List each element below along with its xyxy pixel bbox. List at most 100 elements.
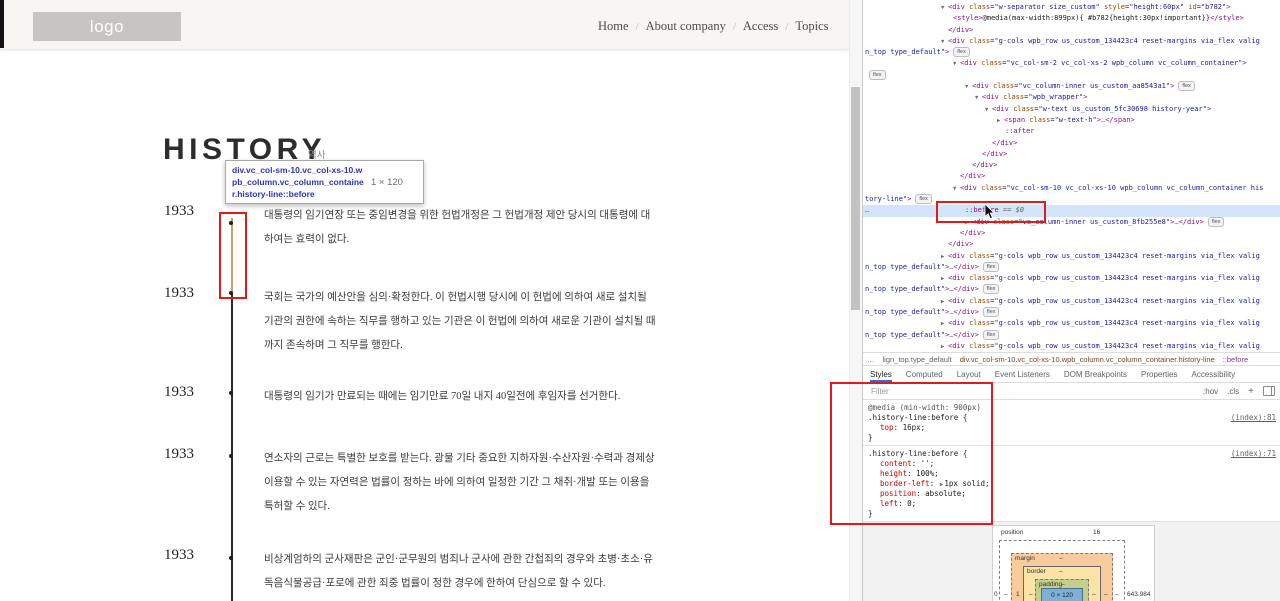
nav-item-access[interactable]: Access — [743, 19, 778, 34]
page-scrollbar-thumb[interactable] — [851, 87, 860, 310]
nav-item-topics[interactable]: Topics — [795, 19, 828, 34]
tree-row[interactable]: n_top type_default">…</div> flex — [863, 284, 1280, 295]
tree-row[interactable]: ▼ <div class="wpb_wrapper"> — [863, 92, 1280, 103]
sidebar-pane-icon[interactable] — [1263, 386, 1275, 396]
tree-row[interactable]: </div> — [863, 25, 1280, 36]
style-rule: @media (min-width: 900px) .history-line:b… — [863, 400, 1280, 446]
expand-arrow-icon[interactable]: ▶ — [941, 342, 948, 352]
tree-row[interactable]: ▶ <div class="g-cols wpb_row us_custom_13… — [863, 273, 1280, 284]
box-model-position-top: 16 — [1093, 529, 1101, 536]
tab-computed[interactable]: Computed — [906, 366, 943, 382]
tab-layout[interactable]: Layout — [957, 366, 981, 382]
flex-badge[interactable]: flex — [915, 194, 932, 205]
timeline-year: 1933 — [164, 285, 194, 301]
site-logo[interactable]: logo — [33, 12, 181, 41]
tree-row[interactable]: </div> — [863, 160, 1280, 171]
rule-selector[interactable]: .history-line:before { — [868, 449, 967, 459]
devtools-panel: ▼ <div class="w-separator size_custom" st… — [862, 0, 1280, 601]
timeline-dot — [229, 391, 233, 395]
box-model-right-padding: – — [1092, 591, 1096, 598]
tree-row[interactable]: </div> — [863, 239, 1280, 250]
tree-row[interactable]: flex — [863, 69, 1280, 81]
tab-styles[interactable]: Styles — [870, 366, 892, 382]
flex-badge[interactable]: flex — [982, 307, 1000, 318]
timeline-text: 국회는 국가의 예산안을 심의·확정한다. 이 헌법시행 당시에 이 헌법에 의… — [264, 292, 656, 351]
rule-property[interactable]: top: 16px; — [868, 423, 1276, 433]
timeline-dot — [229, 556, 233, 560]
nav-item-home[interactable]: Home — [598, 19, 629, 34]
tree-row[interactable]: ▼ <div class="vc_col-sm-2 vc_col-xs-2 wpb… — [863, 58, 1280, 69]
rule-source-link[interactable]: (index):81 — [1231, 413, 1276, 423]
toggle-class-button[interactable]: .cls — [1227, 387, 1239, 396]
tree-row[interactable]: ▼ <div class="g-cols wpb_row us_custom_13… — [863, 36, 1280, 47]
tree-row[interactable]: ▶ <span class="w-text-h">…</span> — [863, 115, 1280, 126]
tree-row[interactable]: </div> — [863, 228, 1280, 239]
annotation-box-page-element — [219, 212, 247, 299]
tree-row-before-selected[interactable]: …::before == $0 — [863, 205, 1280, 217]
new-style-rule-button[interactable]: + — [1248, 386, 1254, 397]
rule-media-query: @media (min-width: 900px) — [868, 403, 981, 412]
inspect-overlay-tooltip: div.vc_col-sm-10.vc_col-xs-10.wpb_column… — [225, 160, 424, 204]
timeline-year: 1933 — [164, 203, 194, 219]
box-model-left-position: 0 — [994, 591, 998, 598]
rule-close-brace: } — [868, 433, 873, 442]
tree-row[interactable]: n_top type_default">…</div> flex — [863, 307, 1280, 318]
tree-row[interactable]: </div> — [863, 138, 1280, 149]
styles-filter-input[interactable] — [869, 385, 1093, 397]
flex-badge[interactable]: flex — [1178, 81, 1195, 92]
rule-property[interactable]: height: 100%; — [868, 469, 1276, 479]
style-rule: .history-line:before { (index):71 content:… — [863, 446, 1280, 521]
tree-row[interactable]: n_top type_default">…</div> flex — [863, 329, 1280, 341]
flex-badge[interactable]: flex — [982, 261, 1000, 272]
breadcrumb-item[interactable]: ::before — [1223, 355, 1248, 364]
flex-badge[interactable]: flex — [1207, 216, 1225, 227]
rule-property[interactable]: border-left: ▶1px solid; — [868, 479, 1276, 489]
tree-row[interactable]: ▶ <div class="g-cols wpb_row us_custom_13… — [863, 318, 1280, 329]
breadcrumb-item[interactable]: … — [867, 355, 875, 364]
nav-separator: / — [635, 20, 639, 33]
toggle-hover-state-button[interactable]: :hov — [1203, 387, 1218, 396]
tree-row[interactable]: ▼ <div class="w-separator size_custom" st… — [863, 2, 1280, 13]
tab-event-listeners[interactable]: Event Listeners — [995, 366, 1050, 382]
flex-badge[interactable]: flex — [869, 69, 886, 80]
tree-row[interactable]: n_top type_default"> flex — [863, 47, 1280, 58]
tree-row[interactable]: ▶ <div class="g-cols wpb_row us_custom_13… — [863, 296, 1280, 307]
tab-accessibility[interactable]: Accessibility — [1192, 366, 1236, 382]
tree-row[interactable]: </div> — [863, 171, 1280, 182]
rule-close-brace: } — [868, 509, 873, 518]
tree-row[interactable]: </div> — [863, 149, 1280, 160]
tab-dom-breakpoints[interactable]: DOM Breakpoints — [1064, 366, 1127, 382]
rule-selector[interactable]: .history-line:before { — [868, 413, 967, 423]
timeline-dot — [229, 221, 233, 225]
breadcrumb-item[interactable]: div.vc_col-sm-10.vc_col-xs-10.wpb_column… — [960, 355, 1215, 364]
tab-properties[interactable]: Properties — [1141, 366, 1177, 382]
rule-property[interactable]: content: ''; — [868, 459, 1276, 469]
tree-row[interactable]: <style>@media(max-width:899px){ #b782{he… — [863, 13, 1280, 24]
tree-row[interactable]: tory-line"> flex — [863, 194, 1280, 205]
tree-row[interactable]: ▶ <div class="g-cols wpb_row us_custom_13… — [863, 341, 1280, 352]
tree-row[interactable]: ▶ <div class="g-cols wpb_row us_custom_13… — [863, 251, 1280, 262]
rule-property[interactable]: left: 0; — [868, 499, 1276, 509]
tree-row[interactable]: n_top type_default">…</div> flex — [863, 261, 1280, 273]
flex-badge[interactable]: flex — [982, 284, 1000, 295]
tree-row[interactable]: ::after — [863, 126, 1280, 137]
tree-row[interactable]: ▶ <div class="vc_column-inner us_custom_8… — [863, 216, 1280, 228]
timeline-text: 대통령의 임기가 만료되는 때에는 임기만료 70일 내지 40일전에 후임자를… — [264, 391, 621, 402]
tree-row[interactable]: ▼ <div class="vc_column-inner us_custom_a… — [863, 81, 1280, 92]
tree-row[interactable]: ▼ <div class="w-text us_custom_5fc30698 h… — [863, 104, 1280, 115]
styles-toolbar: :hov .cls + — [1203, 386, 1275, 397]
timeline-text: 대통령의 임기연장 또는 중임변경을 위한 헌법개정은 그 헌법개정 제안 당시… — [264, 210, 651, 245]
breadcrumb-item[interactable]: lign_top.type_default — [883, 355, 952, 364]
nav-item-about-company[interactable]: About company — [646, 19, 726, 34]
page-title-sub: 역사 — [308, 150, 326, 161]
flex-badge[interactable]: flex — [953, 47, 970, 58]
box-model-position-label: position — [1001, 529, 1024, 536]
box-model-widget[interactable]: position 16 margin – border – padding – … — [992, 525, 1155, 601]
site-nav: Home / About company / Access / Topics — [598, 19, 829, 34]
rule-selector-row: .history-line:before { (index):71 — [868, 449, 1276, 459]
flex-badge[interactable]: flex — [982, 329, 1000, 340]
tree-row[interactable]: ▼ <div class="vc_col-sm-10 vc_col-xs-10 w… — [863, 183, 1280, 194]
rule-source-link[interactable]: (index):71 — [1231, 449, 1276, 459]
devtools-sidebar-tabs: Styles Computed Layout Event Listeners DOM B… — [863, 366, 1280, 383]
rule-property[interactable]: position: absolute; — [868, 489, 1276, 499]
